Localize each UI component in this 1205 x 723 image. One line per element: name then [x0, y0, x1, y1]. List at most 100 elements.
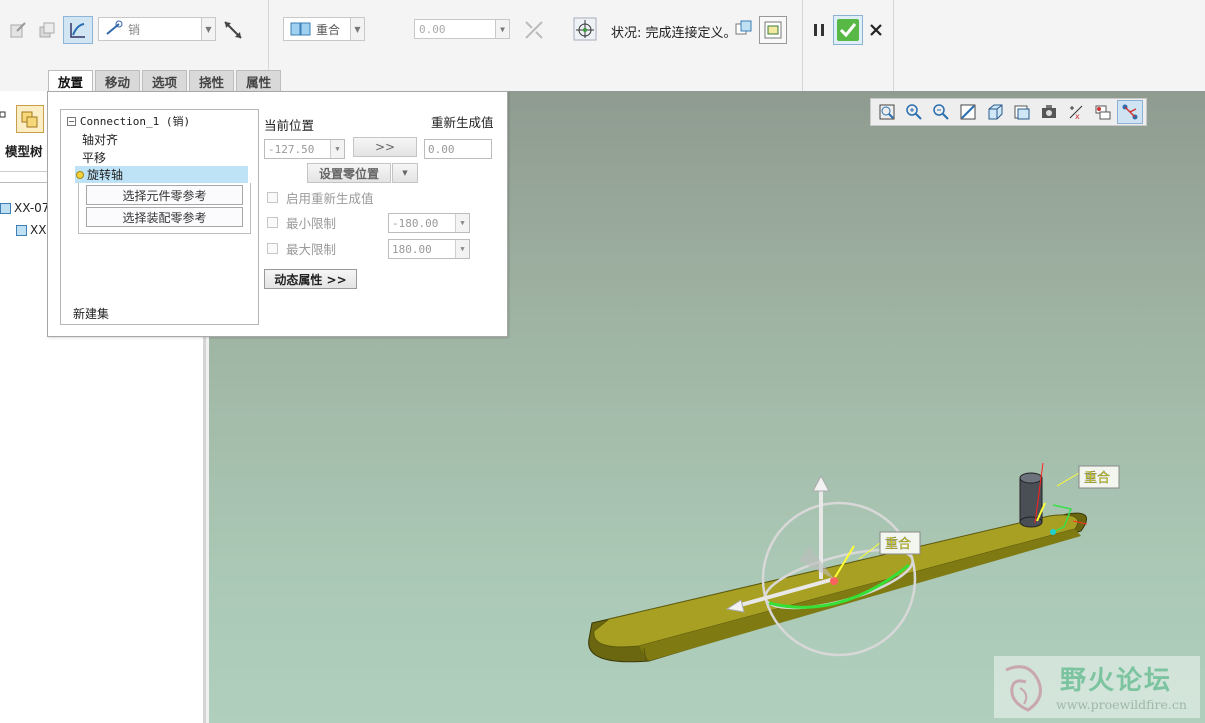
- tab-label: 移动: [105, 74, 131, 90]
- confirm-check-icon[interactable]: [833, 15, 863, 45]
- assembly-window-icon[interactable]: [759, 16, 787, 44]
- separate-window-icon[interactable]: [733, 18, 755, 40]
- watermark-title: 野火论坛: [1060, 666, 1173, 696]
- view-manager-icon[interactable]: [1036, 100, 1062, 124]
- tree-item-assembly[interactable]: XX-07-: [0, 201, 54, 215]
- tree-item-label: XX: [30, 223, 47, 237]
- constraint-type-value: 重合: [316, 22, 341, 37]
- tab-options[interactable]: 选项: [142, 70, 188, 91]
- max-limit-value: 180.00: [392, 242, 432, 256]
- tree-item-part[interactable]: XX: [16, 223, 46, 237]
- dashboard-tabs: 放置 移动 选项 挠性 属性: [48, 70, 282, 91]
- transfer-button[interactable]: >>: [353, 137, 417, 157]
- current-position-label: 当前位置: [264, 118, 315, 133]
- max-limit-field[interactable]: 180.00 ▼: [388, 239, 470, 259]
- constraint-tag-text: 重合: [885, 536, 911, 552]
- min-limit-field[interactable]: -180.00 ▼: [388, 213, 470, 233]
- current-position-value: -127.50: [268, 142, 315, 156]
- view-toolbar: x: [870, 98, 1147, 126]
- mechanism-connection-icon[interactable]: [63, 16, 93, 44]
- constraint-label: 旋转轴: [87, 168, 124, 182]
- regen-value: 0.00: [428, 142, 455, 156]
- svg-text:x: x: [1075, 112, 1080, 121]
- cancel-close-icon[interactable]: [865, 16, 887, 44]
- ribbon-divider: [802, 0, 803, 91]
- collector-label: 选择元件零参考: [122, 188, 207, 203]
- enable-regen-checkbox[interactable]: [267, 192, 278, 203]
- chevron-down-icon: ▼: [330, 140, 344, 158]
- refit-icon[interactable]: [874, 100, 900, 124]
- connection-set-list: − Connection_1 (销) 轴对齐 平移 旋转轴 选择元件零参考 选择…: [60, 109, 259, 325]
- mechanism-display-icon[interactable]: [1117, 100, 1143, 124]
- model-tree-tab-icon[interactable]: [16, 105, 44, 133]
- chevron-down-icon: ▼: [402, 169, 408, 177]
- connection-type-select[interactable]: 销 ▼: [98, 17, 216, 41]
- min-limit-checkbox[interactable]: [267, 217, 278, 228]
- watermark-url: www.proewildfire.cn: [1056, 697, 1187, 712]
- placement-status-icon[interactable]: [570, 15, 600, 43]
- tab-label: 属性: [246, 74, 272, 90]
- pause-icon[interactable]: [808, 16, 830, 44]
- chevron-down-icon: ▼: [350, 18, 364, 40]
- user-defined-icon[interactable]: [5, 16, 31, 44]
- assembly-icon: [0, 202, 11, 214]
- display-style-icon[interactable]: [982, 100, 1008, 124]
- chevron-down-icon: ▼: [455, 214, 469, 232]
- tab-move[interactable]: 移动: [95, 70, 141, 91]
- current-position-field[interactable]: -127.50 ▼: [264, 139, 345, 159]
- constraint-label: 轴对齐: [82, 133, 119, 147]
- flip-direction-icon[interactable]: [219, 16, 247, 44]
- dynamic-props-label: 动态属性 >>: [274, 272, 347, 287]
- spin-center-icon[interactable]: [1090, 100, 1116, 124]
- zoom-in-icon[interactable]: [901, 100, 927, 124]
- part-icon: [16, 224, 27, 236]
- set-zero-button-label: 设置零位置: [318, 166, 379, 181]
- max-limit-checkbox[interactable]: [267, 243, 278, 254]
- tab-flexibility[interactable]: 挠性: [189, 70, 235, 91]
- min-limit-value: -180.00: [392, 216, 439, 230]
- constraint-item-translation[interactable]: 平移: [82, 149, 106, 166]
- status-value: 完成连接定义。: [645, 26, 737, 41]
- chevron-down-icon: ▼: [455, 240, 469, 258]
- watermark-logo-icon: [1005, 665, 1042, 712]
- link-bar-part: [588, 512, 1088, 663]
- saved-views-icon[interactable]: [1009, 100, 1035, 124]
- min-limit-label: 最小限制: [286, 216, 337, 231]
- regen-value-label: 重新生成值: [431, 115, 494, 130]
- forum-watermark: 野火论坛 www.proewildfire.cn: [994, 656, 1200, 718]
- set-zero-position-button[interactable]: 设置零位置: [307, 163, 391, 183]
- chevron-down-icon: ▼: [201, 18, 215, 40]
- assembly-zero-ref-collector[interactable]: 选择装配零参考: [86, 207, 243, 227]
- constraint-item-axis-align[interactable]: 轴对齐: [82, 131, 118, 148]
- connection-name: Connection_1 (销): [79, 115, 191, 128]
- rigid-body-icon[interactable]: [33, 16, 61, 44]
- flip-offset-icon[interactable]: [520, 16, 548, 44]
- datum-display-icon[interactable]: x: [1063, 100, 1089, 124]
- tab-placement[interactable]: 放置: [48, 70, 94, 91]
- chevron-down-icon: ▼: [495, 20, 509, 38]
- offset-value-field[interactable]: 0.00 ▼: [414, 19, 510, 39]
- tree-header: [0, 163, 50, 183]
- tab-label: 放置: [58, 74, 84, 90]
- connection-node[interactable]: − Connection_1 (销): [67, 113, 190, 129]
- zoom-out-icon[interactable]: [928, 100, 954, 124]
- max-limit-label: 最大限制: [286, 242, 337, 257]
- constraint-label: 平移: [82, 151, 107, 165]
- tab-properties[interactable]: 属性: [236, 70, 282, 91]
- constraint-type-select[interactable]: 重合 ▼: [283, 17, 365, 41]
- component-zero-ref-collector[interactable]: 选择元件零参考: [86, 185, 243, 205]
- set-zero-dropdown[interactable]: ▼: [392, 163, 418, 183]
- navigator-tab-icon[interactable]: [0, 105, 8, 125]
- collapse-icon[interactable]: −: [67, 117, 76, 126]
- connection-type-value: 销: [128, 22, 141, 37]
- repaint-icon[interactable]: [955, 100, 981, 124]
- new-set-link[interactable]: 新建集: [73, 305, 109, 322]
- pin-connection-icon: [106, 20, 123, 35]
- status-label: 状况:: [611, 26, 642, 41]
- regen-value-field[interactable]: 0.00: [424, 139, 492, 159]
- model-tree-title: 模型树: [5, 144, 43, 159]
- ribbon-divider: [893, 0, 894, 91]
- dynamic-properties-button[interactable]: 动态属性 >>: [264, 269, 357, 289]
- enable-regen-label: 启用重新生成值: [286, 191, 374, 206]
- constraint-item-rotation-axis[interactable]: 旋转轴: [75, 166, 248, 183]
